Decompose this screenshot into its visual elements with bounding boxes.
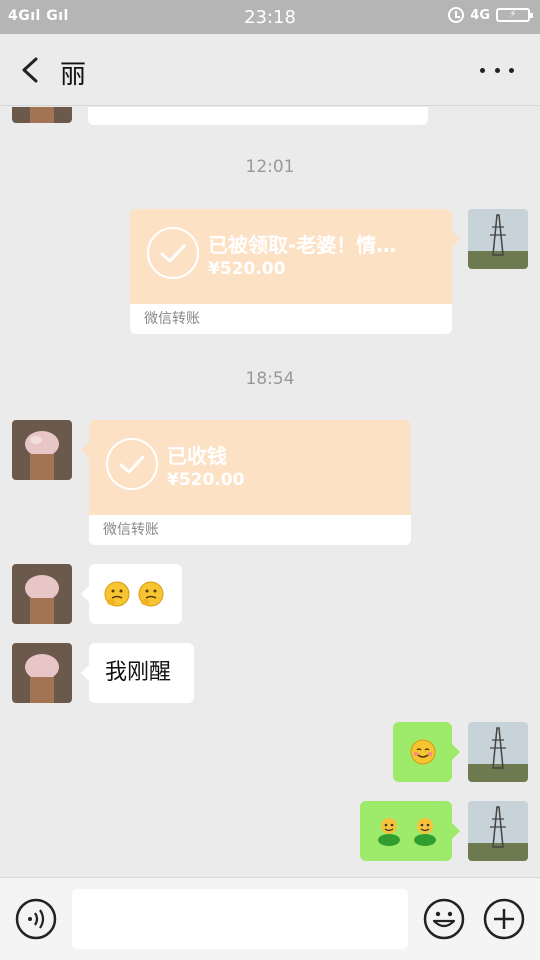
sent-emoji-bubble[interactable] xyxy=(360,801,460,861)
avatar-self[interactable] xyxy=(468,722,528,782)
green-figure-emoji xyxy=(378,818,400,846)
emoji-icon[interactable] xyxy=(423,898,465,940)
network-label: 4G xyxy=(470,7,490,23)
timestamp: 18:54 xyxy=(245,369,295,389)
check-icon xyxy=(106,438,158,490)
transfer-message-sent[interactable]: 已被领取-老婆！情… ¥520.00 微信转账 xyxy=(130,209,460,334)
green-figure-emoji xyxy=(414,818,436,846)
avatar-contact[interactable] xyxy=(12,420,72,480)
emoji-message-bubble[interactable] xyxy=(81,564,182,624)
transfer-footer: 微信转账 xyxy=(89,515,411,545)
transfer-title: 已被领取-老婆！情… xyxy=(208,233,397,257)
chat-title: 丽 xyxy=(60,60,87,90)
chat-header: 丽 xyxy=(0,34,540,106)
voice-icon[interactable] xyxy=(15,898,57,940)
text-message-bubble[interactable]: 我刚醒 xyxy=(81,643,194,703)
check-icon xyxy=(147,227,199,279)
back-arrow-icon[interactable] xyxy=(18,56,44,84)
status-bar: 4Gıl Gıl 23:18 4G ⚡ xyxy=(0,0,540,34)
message-text: 我刚醒 xyxy=(105,660,172,685)
input-bar xyxy=(0,877,540,960)
avatar-self[interactable] xyxy=(468,801,528,861)
smile-emoji xyxy=(410,739,436,765)
thinking-face-emoji xyxy=(104,581,130,607)
chat-area[interactable]: 12:01 已被领取-老婆！情… ¥520.00 微信转账 18:54 已收钱 … xyxy=(0,107,540,877)
previous-message-bubble[interactable] xyxy=(88,107,428,125)
more-dots-icon[interactable] xyxy=(480,58,514,82)
transfer-amount: ¥520.00 xyxy=(208,259,286,279)
avatar-contact[interactable] xyxy=(12,643,72,703)
thinking-face-emoji xyxy=(138,581,164,607)
avatar-contact[interactable] xyxy=(12,564,72,624)
avatar-contact[interactable] xyxy=(12,107,72,123)
transfer-amount: ¥520.00 xyxy=(167,470,245,490)
transfer-footer: 微信转账 xyxy=(130,304,452,334)
battery-icon: ⚡ xyxy=(496,8,533,22)
transfer-message-received[interactable]: 已收钱 ¥520.00 微信转账 xyxy=(81,420,411,545)
alarm-icon xyxy=(448,7,465,23)
plus-icon[interactable] xyxy=(483,898,525,940)
transfer-title: 已收钱 xyxy=(167,444,227,468)
timestamp: 12:01 xyxy=(245,157,295,177)
status-right: 4G ⚡ xyxy=(448,7,533,23)
message-input[interactable] xyxy=(72,889,408,949)
sent-emoji-bubble[interactable] xyxy=(393,722,460,782)
avatar-self[interactable] xyxy=(468,209,528,269)
